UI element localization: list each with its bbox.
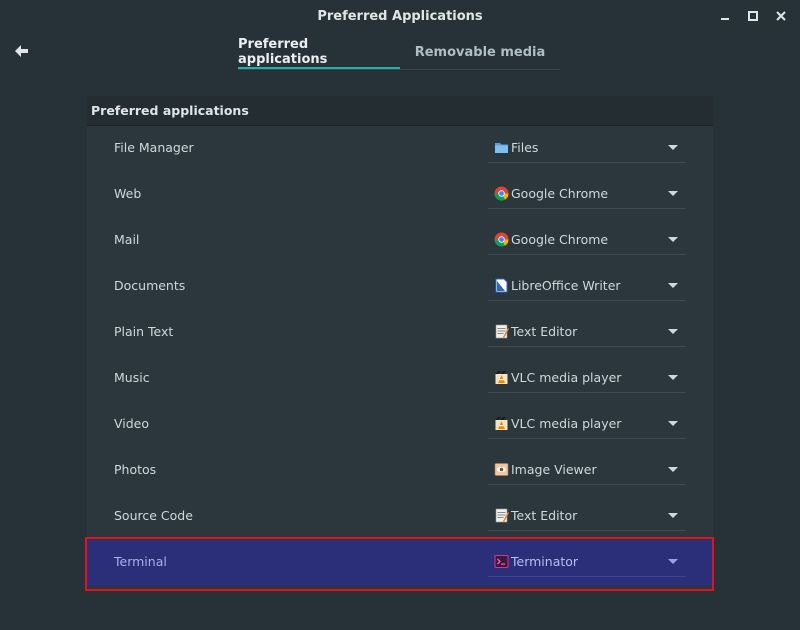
back-button[interactable] xyxy=(12,42,32,60)
dropdown-selected-value: Files xyxy=(511,140,539,155)
dropdown-selected-value: VLC media player xyxy=(511,416,622,431)
chevron-down-icon xyxy=(668,513,678,518)
row-label: Music xyxy=(114,370,150,385)
dropdown-selected-value: Google Chrome xyxy=(511,186,609,201)
minimize-button[interactable] xyxy=(714,6,736,26)
chevron-down-icon xyxy=(668,467,678,472)
row-label: Mail xyxy=(114,232,140,247)
row-label: Source Code xyxy=(114,508,193,523)
vlc-icon xyxy=(494,370,509,385)
file-manager-app-dropdown[interactable]: Files xyxy=(488,131,686,163)
chevron-down-icon xyxy=(668,375,678,380)
text-editor-icon xyxy=(494,324,509,339)
tab-removable-media[interactable]: Removable media xyxy=(400,36,560,69)
web-app-dropdown[interactable]: Google Chrome xyxy=(488,177,686,209)
chevron-down-icon xyxy=(668,559,678,564)
chevron-down-icon xyxy=(668,283,678,288)
chevron-down-icon xyxy=(668,191,678,196)
preferred-applications-panel: Preferred applications File Manager File… xyxy=(87,96,713,590)
mail-app-dropdown[interactable]: Google Chrome xyxy=(488,223,686,255)
list-item-video[interactable]: Video VLC media player xyxy=(87,402,713,448)
text-editor-icon xyxy=(494,508,509,523)
chevron-down-icon xyxy=(668,329,678,334)
row-label: Documents xyxy=(114,278,186,293)
row-label: Video xyxy=(114,416,150,431)
dropdown-selected-value: Terminator xyxy=(511,554,579,569)
dropdown-selected-value: Image Viewer xyxy=(511,462,597,477)
list-item-documents[interactable]: Documents LibreOffice Writer xyxy=(87,264,713,310)
chevron-down-icon xyxy=(668,145,678,150)
chevron-down-icon xyxy=(668,421,678,426)
application-list: File Manager Files Web Google Chrome Mai… xyxy=(87,126,713,586)
video-app-dropdown[interactable]: VLC media player xyxy=(488,407,686,439)
maximize-icon xyxy=(748,11,758,21)
row-label: Terminal xyxy=(114,554,167,569)
list-item-mail[interactable]: Mail Google Chrome xyxy=(87,218,713,264)
panel-header: Preferred applications xyxy=(87,96,713,126)
back-arrow-icon xyxy=(15,45,28,57)
dropdown-selected-value: Text Editor xyxy=(511,508,578,523)
chevron-down-icon xyxy=(668,237,678,242)
source-code-app-dropdown[interactable]: Text Editor xyxy=(488,499,686,531)
list-item-file-manager[interactable]: File Manager Files xyxy=(87,126,713,172)
close-icon xyxy=(776,11,786,21)
list-item-music[interactable]: Music VLC media player xyxy=(87,356,713,402)
row-label: Photos xyxy=(114,462,157,477)
plain-text-app-dropdown[interactable]: Text Editor xyxy=(488,315,686,347)
terminator-icon xyxy=(494,554,509,569)
chrome-icon xyxy=(494,186,509,201)
close-button[interactable] xyxy=(770,6,792,26)
image-viewer-icon xyxy=(494,462,509,477)
title-bar: Preferred Applications xyxy=(0,0,800,32)
dropdown-selected-value: LibreOffice Writer xyxy=(511,278,621,293)
window-controls xyxy=(714,6,792,26)
row-label: Plain Text xyxy=(114,324,174,339)
folder-icon xyxy=(494,140,509,155)
tab-preferred-applications[interactable]: Preferred applications xyxy=(238,36,400,69)
vlc-icon xyxy=(494,416,509,431)
row-label: Web xyxy=(114,186,142,201)
list-item-photos[interactable]: Photos Image Viewer xyxy=(87,448,713,494)
row-label: File Manager xyxy=(114,140,194,155)
dropdown-selected-value: Google Chrome xyxy=(511,232,609,247)
window-title: Preferred Applications xyxy=(317,8,483,24)
maximize-button[interactable] xyxy=(742,6,764,26)
panel-title: Preferred applications xyxy=(91,103,249,118)
dropdown-selected-value: VLC media player xyxy=(511,370,622,385)
dropdown-selected-value: Text Editor xyxy=(511,324,578,339)
list-item-plain-text[interactable]: Plain Text Text Editor xyxy=(87,310,713,356)
libreoffice-writer-icon xyxy=(494,278,509,293)
music-app-dropdown[interactable]: VLC media player xyxy=(488,361,686,393)
tab-bar: Preferred applications Removable media xyxy=(238,36,560,70)
photos-app-dropdown[interactable]: Image Viewer xyxy=(488,453,686,485)
documents-app-dropdown[interactable]: LibreOffice Writer xyxy=(488,269,686,301)
terminal-app-dropdown[interactable]: Terminator xyxy=(488,545,686,577)
list-item-source-code[interactable]: Source Code Text Editor xyxy=(87,494,713,540)
list-item-web[interactable]: Web Google Chrome xyxy=(87,172,713,218)
list-item-terminal[interactable]: Terminal Terminator xyxy=(87,540,713,586)
chrome-icon xyxy=(494,232,509,247)
minimize-icon xyxy=(721,18,729,20)
